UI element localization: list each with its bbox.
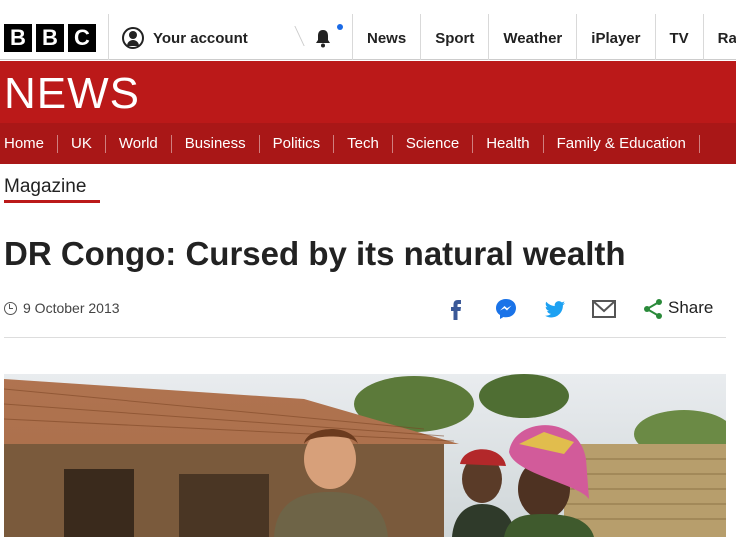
section-label[interactable]: Magazine	[4, 176, 86, 198]
bbc-logo[interactable]: B B C	[4, 24, 96, 52]
article-photo-image	[4, 374, 726, 537]
article-photo	[4, 374, 726, 537]
section-science[interactable]: Science	[393, 134, 474, 153]
user-circle-icon	[122, 27, 144, 49]
article-headline: DR Congo: Cursed by its natural wealth	[4, 235, 626, 272]
section-navigation: Home UK World Business Politics Tech Sci…	[0, 123, 736, 164]
section-politics[interactable]: Politics	[260, 134, 335, 153]
top-navigation: News Sport Weather iPlayer TV Radi	[352, 14, 736, 60]
twitter-icon[interactable]	[543, 296, 567, 322]
share-icon[interactable]	[641, 296, 665, 322]
email-icon[interactable]	[591, 296, 617, 322]
topnav-sport[interactable]: Sport	[420, 14, 488, 60]
topnav-tv[interactable]: TV	[654, 14, 703, 60]
topnav-radio[interactable]: Radi	[702, 14, 736, 60]
topnav-weather[interactable]: Weather	[488, 14, 576, 60]
topnav-iplayer[interactable]: iPlayer	[576, 14, 654, 60]
facebook-icon[interactable]	[446, 296, 466, 322]
section-tech[interactable]: Tech	[334, 134, 393, 153]
divider	[4, 337, 726, 338]
bbc-logo-letter: B	[4, 24, 32, 52]
section-uk[interactable]: UK	[58, 134, 106, 153]
section-business[interactable]: Business	[172, 134, 260, 153]
section-world[interactable]: World	[106, 134, 172, 153]
topnav-news[interactable]: News	[352, 14, 420, 60]
top-bar: B B C Your account News Sport Weather iP…	[0, 0, 736, 60]
news-logo[interactable]: NEWS	[4, 70, 140, 118]
divider	[108, 14, 109, 60]
date-text: 9 October 2013	[23, 300, 120, 316]
account-link[interactable]: Your account	[122, 27, 248, 49]
messenger-icon[interactable]	[494, 296, 518, 322]
section-home[interactable]: Home	[0, 134, 59, 153]
article-date: 9 October 2013	[4, 300, 120, 316]
account-label: Your account	[153, 29, 248, 47]
bbc-logo-letter: C	[68, 24, 96, 52]
bell-icon[interactable]	[313, 28, 333, 48]
bbc-logo-letter: B	[36, 24, 64, 52]
divider-chevron	[285, 26, 305, 46]
section-underline	[4, 200, 100, 203]
section-health[interactable]: Health	[473, 134, 544, 153]
section-family-education[interactable]: Family & Education	[544, 134, 700, 153]
share-button[interactable]: Share	[668, 298, 713, 318]
clock-icon	[4, 301, 17, 315]
notification-dot	[337, 24, 343, 30]
